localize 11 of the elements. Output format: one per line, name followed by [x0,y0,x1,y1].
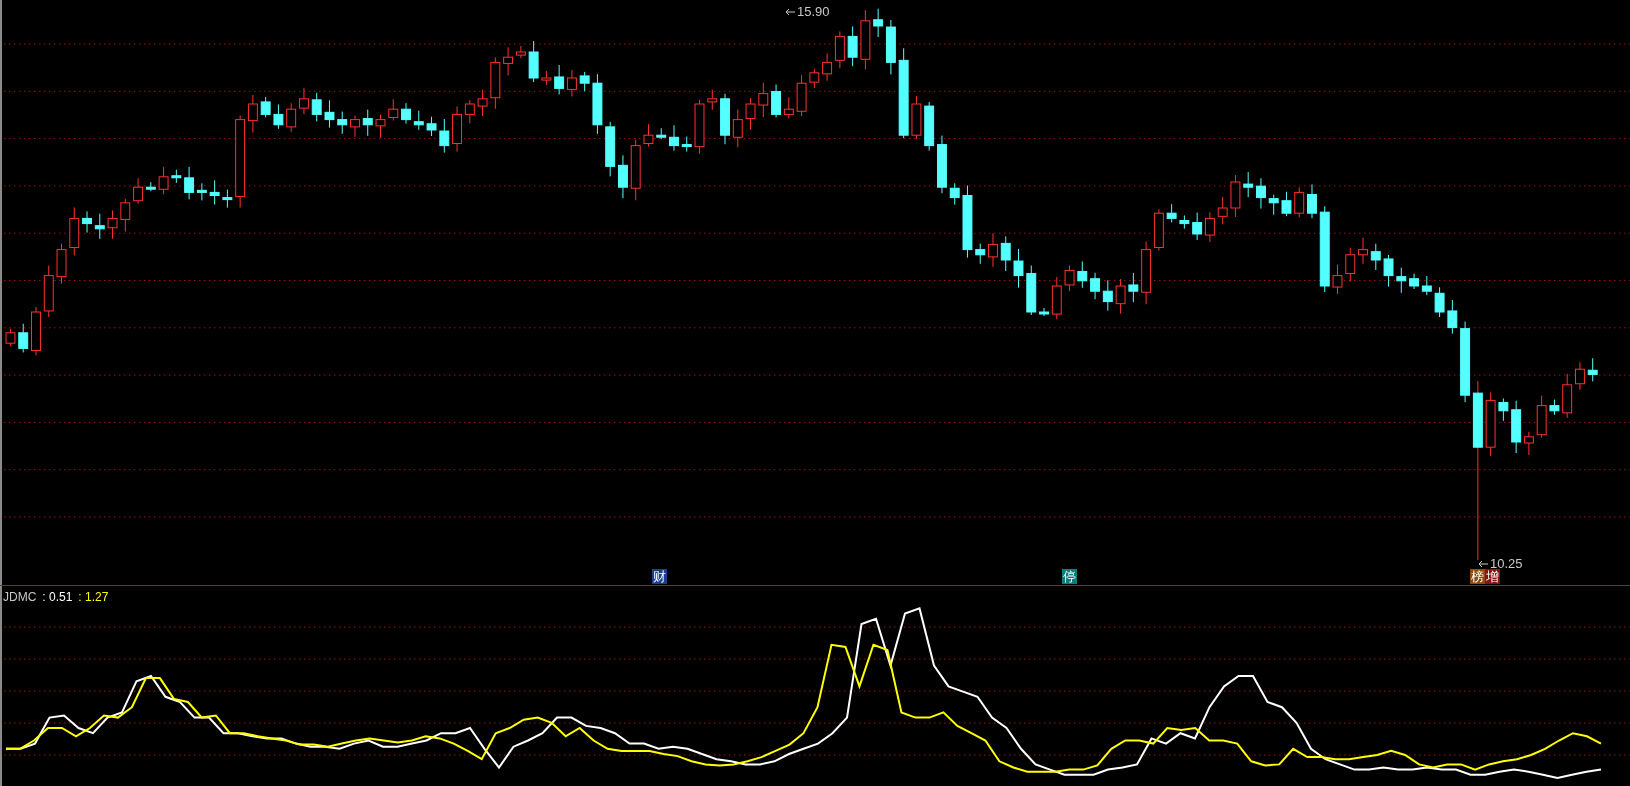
low-price-label: 10.25 [1490,556,1523,571]
arrow-icon [1478,559,1488,568]
event-tag[interactable]: 增 [1485,569,1500,584]
event-tag[interactable]: 财 [652,569,667,584]
event-tag[interactable]: 榜 [1470,569,1485,584]
indicator-value: : 1.27 [78,590,109,604]
event-tag[interactable]: 停 [1062,569,1077,584]
indicator-value: : 0.51 [42,590,73,604]
indicator-name: JDMC [3,590,37,604]
high-price-label: 15.90 [797,4,830,19]
arrow-icon [785,7,795,16]
